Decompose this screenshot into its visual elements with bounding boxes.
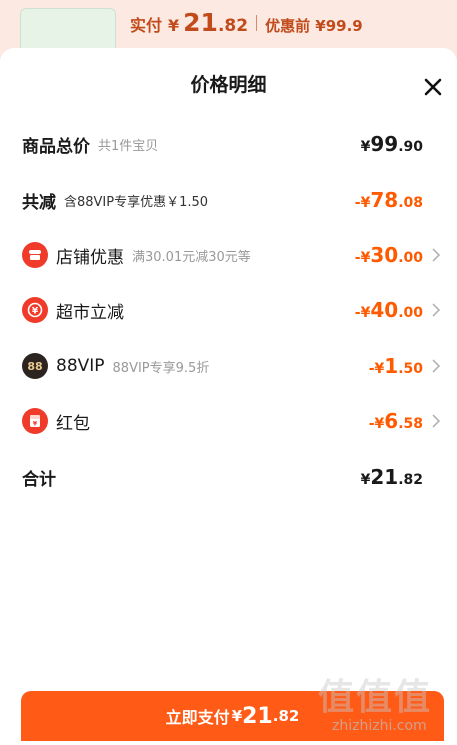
close-icon[interactable]: [421, 75, 445, 99]
sum-amount: ¥ 21 .82: [361, 465, 423, 489]
total-price-amount: ¥ 99 .90: [361, 132, 423, 156]
pay-now-label: 立即支付: [165, 708, 230, 727]
total-int: 99: [370, 132, 399, 156]
actual-pay-label: 实付: [130, 16, 163, 35]
sum-yen: ¥: [360, 472, 371, 488]
divider: [256, 15, 258, 31]
total-yen: ¥: [360, 139, 371, 155]
watermark-logo: 值值值: [318, 677, 433, 718]
row-shop-discount[interactable]: 店铺优惠 满30.01元减30元等 -¥ 30 .00: [22, 237, 441, 273]
red-packet-icon: ¥: [22, 408, 48, 434]
watermark-url: zhizhizhi.com: [332, 718, 427, 734]
sum-int: 21: [370, 465, 399, 489]
vip-88-icon: 88: [22, 353, 48, 379]
total-dec: .90: [398, 139, 423, 155]
pay-int: 21: [242, 703, 273, 729]
red-packet-amount: -¥ 6 .58: [369, 409, 423, 433]
total-price-sub: 共1件宝贝: [98, 138, 159, 154]
market-discount-label: 超市立减: [56, 302, 124, 323]
close-icon-glyph: [424, 78, 442, 96]
shop-int: 30: [370, 243, 399, 267]
shop-coupon-icon: [22, 242, 48, 268]
row-total-reduction: 共减 含88VIP专享优惠￥1.50 -¥ 78 .08: [22, 182, 437, 218]
shop-discount-amount: -¥ 30 .00: [355, 243, 423, 267]
row-red-packet[interactable]: ¥ 红包 -¥ 6 .58: [22, 403, 441, 439]
sum-dec: .82: [398, 472, 423, 488]
pay-yen: ¥: [231, 707, 243, 725]
actual-pay-int: 21: [183, 8, 218, 37]
shop-dec: .00: [398, 250, 423, 266]
reduce-dec: .08: [398, 195, 423, 211]
page: 实付 ¥ 21 .82 优惠前 ¥99.9 价格明细 商品总价 共1件宝贝 ¥ …: [0, 0, 457, 745]
svg-text:¥: ¥: [32, 307, 39, 317]
chevron-right-icon: [432, 303, 441, 317]
sum-label: 合计: [22, 469, 56, 490]
chevron-right-icon: [432, 414, 441, 428]
redpacket-yen: -¥: [368, 416, 385, 432]
vip-int: 1: [384, 354, 399, 378]
chevron-right-icon: [432, 248, 441, 262]
shop-discount-sub: 满30.01元减30元等: [132, 249, 251, 265]
market-discount-amount: -¥ 40 .00: [355, 298, 423, 322]
red-packet-label: 红包: [56, 413, 90, 434]
sheet-title: 价格明细: [190, 74, 267, 96]
original-price: 优惠前 ¥99.9: [265, 17, 363, 35]
actual-pay-yen: ¥: [168, 16, 180, 35]
vip-yen: -¥: [368, 361, 385, 377]
market-dec: .00: [398, 305, 423, 321]
redpacket-dec: .58: [398, 416, 423, 432]
shop-yen: -¥: [354, 250, 371, 266]
market-int: 40: [370, 298, 399, 322]
chevron-right-icon: [432, 359, 441, 373]
background-price-row: 实付 ¥ 21 .82 优惠前 ¥99.9: [130, 8, 363, 38]
row-market-discount[interactable]: ¥ 超市立减 -¥ 40 .00: [22, 292, 441, 328]
row-sum: 合计 ¥ 21 .82: [22, 459, 437, 495]
vip-dec: .50: [398, 361, 423, 377]
redpacket-int: 6: [384, 409, 399, 433]
reduce-yen: -¥: [354, 195, 371, 211]
price-detail-sheet: 价格明细 商品总价 共1件宝贝 ¥ 99 .90 共减 含88VIP专享优惠￥1…: [0, 48, 457, 745]
vip-sub: 88VIP专享9.5折: [112, 360, 210, 376]
reduction-sub: 含88VIP专享优惠￥1.50: [64, 194, 209, 210]
vip-amount: -¥ 1 .50: [369, 354, 423, 378]
total-price-label: 商品总价: [22, 136, 90, 157]
row-88vip-discount[interactable]: 88 88VIP 88VIP专享9.5折 -¥ 1 .50: [22, 348, 441, 384]
reduce-int: 78: [370, 188, 399, 212]
market-yen: -¥: [354, 305, 371, 321]
row-total-price: 商品总价 共1件宝贝 ¥ 99 .90: [22, 126, 437, 162]
shop-discount-label: 店铺优惠: [56, 247, 124, 268]
vip-label: 88VIP: [56, 356, 105, 376]
pay-dec: .82: [272, 707, 300, 725]
reduction-amount: -¥ 78 .08: [355, 188, 423, 212]
yen-refresh-icon: ¥: [22, 297, 48, 323]
actual-pay-dec: .82: [217, 16, 249, 36]
reduction-label: 共减: [22, 192, 56, 213]
